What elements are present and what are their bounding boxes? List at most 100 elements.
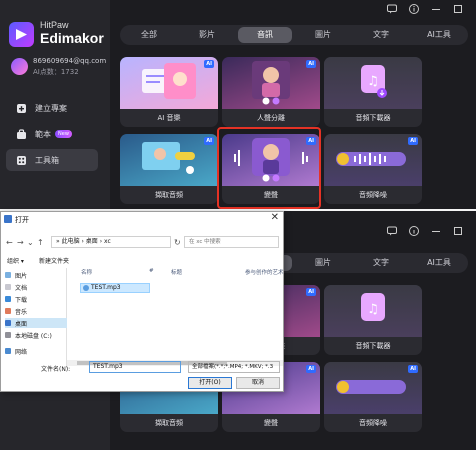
maximize-icon[interactable]: [452, 225, 464, 237]
filename-label: 文件名(N):: [41, 366, 71, 373]
card-label: 變聲: [264, 419, 278, 427]
ai-badge: AI: [204, 137, 214, 145]
maximize-icon[interactable]: [452, 3, 464, 15]
window-controls: [386, 3, 464, 15]
filename-field[interactable]: TEST.mp3: [89, 361, 181, 373]
search-input[interactable]: 在 xc 中搜索: [184, 236, 279, 248]
card-label: 擷取音頻: [155, 191, 183, 199]
new-folder-button[interactable]: 新建文件夹: [39, 256, 69, 265]
back-arrow-icon[interactable]: ←: [6, 238, 13, 247]
tab-image[interactable]: 圖片: [296, 27, 350, 43]
disk-icon: [5, 332, 11, 338]
nav-label: 文档: [15, 284, 28, 292]
brand-name: Edimakor: [40, 30, 104, 46]
tool-card-noise-reduction[interactable]: AI 音頻降噪: [324, 362, 422, 432]
file-list-header: 名称 # 标题 参与创作的艺术: [77, 268, 284, 278]
tab-audio[interactable]: 音訊: [238, 27, 292, 43]
nav-pictures[interactable]: 图片: [5, 270, 27, 280]
tool-card-audio-downloader[interactable]: ♫ 音頻下載器: [324, 57, 422, 127]
desktop-icon: [5, 320, 11, 326]
tab-text[interactable]: 文字: [354, 27, 408, 43]
edimakor-window-top: HitPaw Edimakor 869609694@qq.com AI点数：17…: [0, 0, 476, 210]
nav-label: 网络: [15, 348, 28, 356]
chevron-down-icon[interactable]: ⌄: [27, 238, 34, 247]
close-icon[interactable]: ✕: [271, 212, 279, 223]
info-icon[interactable]: [408, 225, 420, 237]
column-number[interactable]: #: [149, 268, 154, 274]
sidebar-item-label: 範本: [35, 129, 51, 139]
column-title[interactable]: 标题: [171, 268, 182, 276]
card-label: AI 音樂: [157, 114, 181, 122]
sidebar-item-template[interactable]: 範本 New: [6, 123, 98, 145]
audio-downloader-thumbnail: ♫: [324, 285, 422, 337]
filetype-select[interactable]: 全部檔案(*.*;*.MP4; *.MKV; *.3: [188, 361, 280, 373]
tool-card-noise-reduction[interactable]: AI 音頻降噪: [324, 134, 422, 204]
tab-text[interactable]: 文字: [354, 255, 408, 271]
download-icon: [5, 296, 11, 302]
tab-all[interactable]: 全部: [122, 27, 176, 43]
organize-menu[interactable]: 组织 ▾: [7, 256, 24, 265]
audio-downloader-thumbnail: ♫: [324, 57, 422, 109]
card-label: 音頻降噪: [359, 191, 387, 199]
dialog-title: 打开: [15, 216, 29, 224]
svg-text:♫: ♫: [367, 74, 379, 89]
card-label: 音頻降噪: [359, 419, 387, 427]
nav-documents[interactable]: 文档: [5, 282, 27, 292]
tab-video[interactable]: 影片: [180, 27, 234, 43]
tool-card-extract-audio[interactable]: AI 擷取音頻: [120, 134, 218, 204]
ai-badge: AI: [408, 365, 418, 373]
tool-card-ai-music[interactable]: AI AI 音樂: [120, 57, 218, 127]
nav-local-disk[interactable]: 本地磁盘 (C:): [5, 330, 52, 340]
column-name[interactable]: 名称: [81, 268, 92, 276]
nav-network[interactable]: 网络: [5, 346, 27, 356]
audio-file-icon: [83, 285, 89, 291]
cancel-button[interactable]: 取消: [236, 377, 280, 389]
ai-badge: AI: [306, 365, 316, 373]
nav-music[interactable]: 音乐: [5, 306, 27, 316]
tool-card-vocal-remover[interactable]: AI 人聲分離: [222, 57, 320, 127]
column-artist[interactable]: 参与创作的艺术: [245, 268, 284, 276]
pictures-icon: [5, 272, 11, 278]
window-controls: [386, 225, 464, 237]
new-badge: New: [55, 130, 72, 138]
user-email: 869609694@qq.com: [33, 57, 107, 65]
tool-card-audio-downloader[interactable]: ♫ 音頻下載器: [324, 285, 422, 355]
open-button[interactable]: 打开(O): [188, 377, 232, 389]
nav-label: 图片: [15, 272, 28, 280]
minimize-icon[interactable]: [430, 3, 442, 15]
refresh-icon[interactable]: ↻: [174, 238, 181, 247]
tab-ai-tools[interactable]: AI工具: [412, 27, 466, 43]
message-icon[interactable]: [386, 225, 398, 237]
nav-downloads[interactable]: 下载: [5, 294, 27, 304]
list-item[interactable]: TEST.mp3: [80, 283, 150, 293]
up-arrow-icon[interactable]: ↑: [37, 238, 44, 247]
brand-small: HitPaw: [40, 20, 69, 30]
tab-ai-tools[interactable]: AI工具: [412, 255, 466, 271]
file-name: TEST.mp3: [91, 284, 121, 291]
nav-desktop[interactable]: 桌面: [5, 318, 67, 328]
sidebar: HitPaw Edimakor 869609694@qq.com AI点数：17…: [0, 0, 110, 210]
forward-arrow-icon[interactable]: →: [17, 238, 24, 247]
tab-image[interactable]: 圖片: [296, 255, 350, 271]
avatar[interactable]: [11, 58, 28, 75]
new-project-icon: [17, 103, 26, 113]
minimize-icon[interactable]: [430, 225, 442, 237]
card-label: 擷取音頻: [155, 419, 183, 427]
ai-badge: AI: [306, 60, 316, 68]
music-icon: [5, 308, 11, 314]
nav-label: 本地磁盘 (C:): [15, 332, 52, 340]
address-bar[interactable]: » 此电脑 › 桌面 › xc: [51, 236, 171, 248]
message-icon[interactable]: [386, 3, 398, 15]
highlight-box: [217, 127, 321, 209]
sidebar-item-new-project[interactable]: 建立專案: [6, 97, 98, 119]
sidebar-item-label: 建立專案: [35, 103, 67, 113]
nav-label: 下载: [15, 296, 28, 304]
sidebar-item-label: 工具箱: [35, 155, 59, 165]
sidebar-item-toolbox[interactable]: 工具箱: [6, 149, 98, 171]
navigation-pane: 图片 文档 下载 音乐 桌面 本地磁盘 (C:) 网络: [1, 268, 67, 368]
nav-label: 音乐: [15, 308, 28, 316]
template-icon: [17, 128, 26, 139]
nav-label: 桌面: [15, 320, 28, 328]
info-icon[interactable]: [408, 3, 420, 15]
svg-text:♫: ♫: [367, 302, 379, 317]
